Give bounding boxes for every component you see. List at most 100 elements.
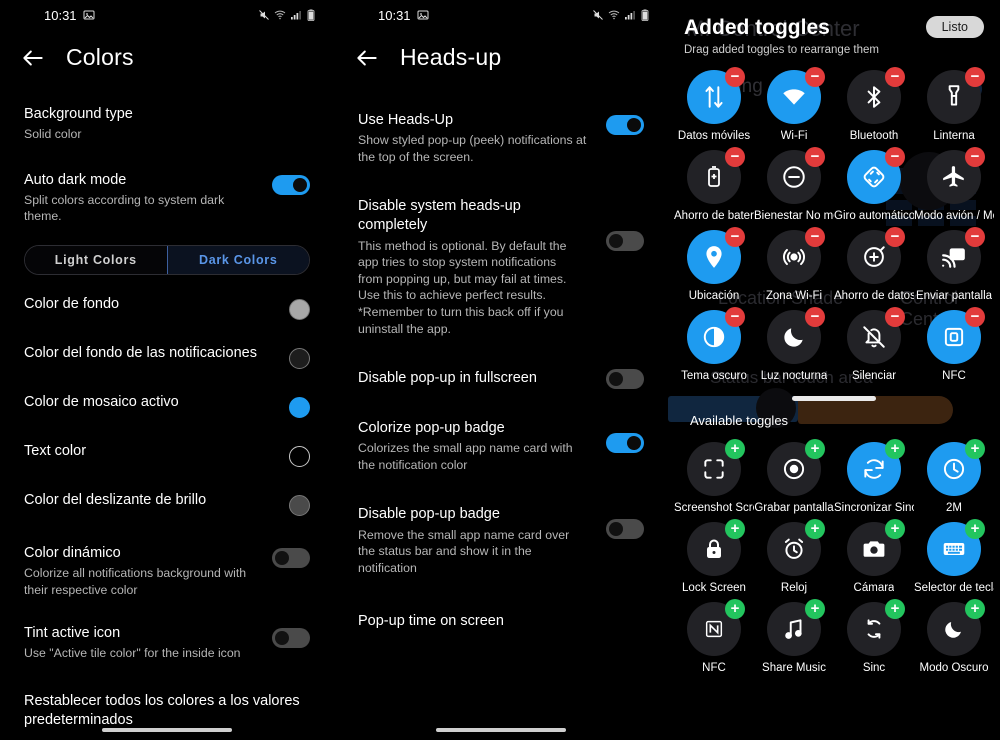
remove-toggle-icon[interactable]: −	[885, 307, 905, 328]
toggle-icon-button[interactable]: −	[687, 147, 745, 205]
toggle-item[interactable]: + Selector de teclado	[914, 514, 994, 594]
row-background-type[interactable]: Background type Solid color	[0, 95, 334, 153]
toggle-icon-button[interactable]: +	[847, 519, 905, 577]
remove-toggle-icon[interactable]: −	[725, 67, 745, 88]
toggle-item[interactable]: − Silenciar	[834, 302, 914, 382]
toggle-icon-button[interactable]: −	[687, 67, 745, 125]
toggle-auto-dark-mode[interactable]	[272, 174, 310, 195]
toggle-icon-button[interactable]: −	[687, 307, 745, 365]
remove-toggle-icon[interactable]: −	[805, 227, 825, 248]
toggle-icon-button[interactable]: −	[847, 307, 905, 365]
toggle-icon-button[interactable]: +	[847, 439, 905, 497]
toggle-icon-button[interactable]: −	[767, 67, 825, 125]
toggle-item[interactable]: − Modo avión / Modo	[914, 142, 994, 222]
add-toggle-icon[interactable]: +	[965, 599, 985, 620]
add-toggle-icon[interactable]: +	[965, 439, 985, 460]
remove-toggle-icon[interactable]: −	[965, 67, 985, 88]
remove-toggle-icon[interactable]: −	[805, 307, 825, 328]
remove-toggle-icon[interactable]: −	[885, 227, 905, 248]
color-swatch[interactable]	[289, 397, 310, 419]
toggle-tint-active-icon[interactable]	[272, 628, 310, 649]
remove-toggle-icon[interactable]: −	[965, 227, 985, 248]
toggle-item[interactable]: +2M	[914, 434, 994, 514]
row-color-de-fondo[interactable]: Color de fondo	[0, 281, 334, 330]
toggle-item[interactable]: + Share Music	[754, 594, 834, 674]
color-swatch[interactable]	[289, 348, 310, 370]
toggle-item[interactable]: − Wi-Fi	[754, 62, 834, 142]
toggle-icon-button[interactable]: −	[767, 227, 825, 285]
toggle-item[interactable]: − Bluetooth	[834, 62, 914, 142]
toggle-use-heads-up[interactable]	[606, 115, 644, 135]
add-toggle-icon[interactable]: +	[725, 519, 745, 540]
toggle-item[interactable]: + Screenshot Screen	[674, 434, 754, 514]
row-auto-dark-mode[interactable]: Auto dark mode Split colors according to…	[0, 153, 334, 235]
add-toggle-icon[interactable]: +	[885, 519, 905, 540]
toggle-item[interactable]: + Grabar pantalla	[754, 434, 834, 514]
toggle-icon-button[interactable]: −	[767, 147, 825, 205]
row-tint-active-icon[interactable]: Tint active icon Use "Active tile color"…	[0, 608, 334, 672]
toggle-icon-button[interactable]: −	[847, 147, 905, 205]
row-colorize-popup-badge[interactable]: Colorize pop-up badge Colorizes the smal…	[334, 399, 668, 483]
remove-toggle-icon[interactable]: −	[725, 147, 745, 168]
toggle-item[interactable]: + Cámara	[834, 514, 914, 594]
toggle-item[interactable]: + Lock Screen	[674, 514, 754, 594]
remove-toggle-icon[interactable]: −	[805, 67, 825, 88]
row-color-deslizante-brillo[interactable]: Color del deslizante de brillo	[0, 477, 334, 526]
remove-toggle-icon[interactable]: −	[805, 147, 825, 168]
toggle-item[interactable]: − Ubicación	[674, 222, 754, 302]
add-toggle-icon[interactable]: +	[805, 439, 825, 460]
row-popup-time-on-screen[interactable]: Pop-up time on screen	[334, 586, 668, 641]
toggle-item[interactable]: − Datos móviles	[674, 62, 754, 142]
remove-toggle-icon[interactable]: −	[965, 147, 985, 168]
toggle-item[interactable]: − NFC	[914, 302, 994, 382]
tab-light-colors[interactable]: Light Colors	[25, 246, 167, 275]
toggle-icon-button[interactable]: −	[847, 67, 905, 125]
remove-toggle-icon[interactable]: −	[725, 227, 745, 248]
row-disable-system-headsup[interactable]: Disable system heads-up completely This …	[334, 175, 668, 347]
toggle-item[interactable]: − Linterna	[914, 62, 994, 142]
toggle-icon-button[interactable]: −	[847, 227, 905, 285]
toggle-icon-button[interactable]: −	[767, 307, 825, 365]
back-arrow-icon[interactable]	[354, 45, 380, 71]
tab-dark-colors[interactable]: Dark Colors	[166, 246, 309, 275]
add-toggle-icon[interactable]: +	[805, 599, 825, 620]
toggle-colorize-popup-badge[interactable]	[606, 433, 644, 454]
toggle-disable-popup-badge[interactable]	[606, 519, 644, 540]
row-color-dinamico[interactable]: Color dinámico Colorize all notification…	[0, 526, 334, 608]
row-color-mosaico-activo[interactable]: Color de mosaico activo	[0, 379, 334, 428]
toggle-item[interactable]: − Bienestar No molestar	[754, 142, 834, 222]
toggle-icon-button[interactable]: +	[687, 519, 745, 577]
add-toggle-icon[interactable]: +	[965, 519, 985, 540]
add-toggle-icon[interactable]: +	[885, 599, 905, 620]
row-disable-popup-badge[interactable]: Disable pop-up badge Remove the small ap…	[334, 483, 668, 586]
color-swatch[interactable]	[289, 495, 310, 517]
toggle-item[interactable]: + Sincronizar Sinc	[834, 434, 914, 514]
toggle-item[interactable]: − Giro automático / Girar	[834, 142, 914, 222]
toggle-item[interactable]: + NFC	[674, 594, 754, 674]
add-toggle-icon[interactable]: +	[725, 599, 745, 620]
toggle-item[interactable]: − Ahorro de datos	[834, 222, 914, 302]
toggle-icon-button[interactable]: +	[847, 599, 905, 657]
toggle-item[interactable]: − Enviar pantalla	[914, 222, 994, 302]
remove-toggle-icon[interactable]: −	[725, 307, 745, 328]
toggle-icon-button[interactable]: −	[927, 67, 985, 125]
toggle-icon-button[interactable]: +	[767, 599, 825, 657]
add-toggle-icon[interactable]: +	[885, 439, 905, 460]
toggle-item[interactable]: − Luz nocturna	[754, 302, 834, 382]
toggle-item[interactable]: − Zona Wi-Fi	[754, 222, 834, 302]
toggle-icon-button[interactable]: +	[927, 599, 985, 657]
toggle-icon-button[interactable]: −	[927, 307, 985, 365]
toggle-item[interactable]: − Tema oscuro	[674, 302, 754, 382]
toggle-icon-button[interactable]: +	[767, 519, 825, 577]
add-toggle-icon[interactable]: +	[725, 439, 745, 460]
toggle-item[interactable]: + Sinc	[834, 594, 914, 674]
toggle-icon-button[interactable]: −	[687, 227, 745, 285]
row-text-color[interactable]: Text color	[0, 428, 334, 477]
toggle-disable-popup-fullscreen[interactable]	[606, 369, 644, 390]
toggle-icon-button[interactable]: +	[687, 599, 745, 657]
row-use-heads-up[interactable]: Use Heads-Up Show styled pop-up (peek) n…	[334, 95, 668, 175]
toggle-item[interactable]: + Reloj	[754, 514, 834, 594]
color-swatch[interactable]	[289, 299, 310, 321]
done-button[interactable]: Listo	[925, 16, 984, 38]
toggle-icon-button[interactable]: −	[927, 227, 985, 285]
